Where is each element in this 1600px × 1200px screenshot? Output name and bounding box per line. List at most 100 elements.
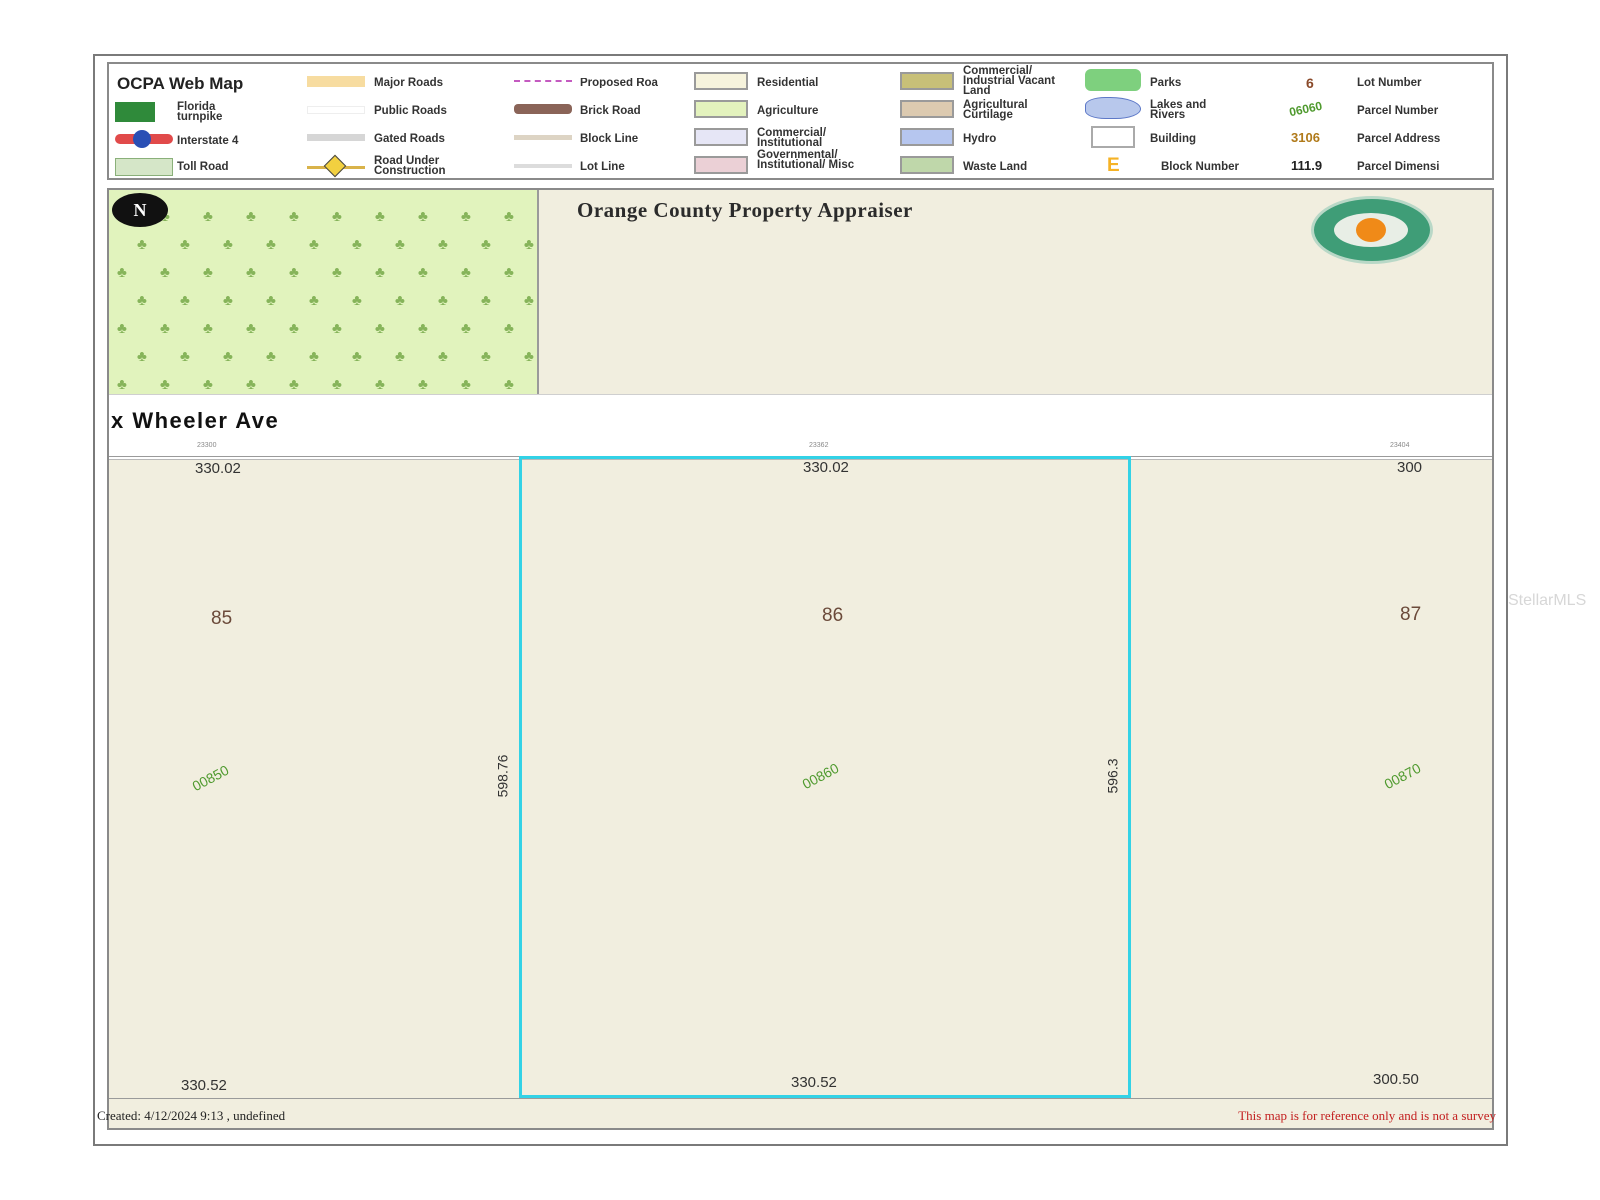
agriculture-swatch <box>694 100 748 118</box>
legend-label-governmental: Governmental/ Institutional/ Misc <box>757 149 855 171</box>
tree-icon: ♣ <box>481 348 491 365</box>
road-name-label: x Wheeler Ave <box>111 408 280 433</box>
tree-icon: ♣ <box>246 208 256 225</box>
legend-label-parcel-dimension: Parcel Dimensi <box>1357 161 1440 173</box>
dimension-label: 300 <box>1397 459 1423 476</box>
tree-icon: ♣ <box>375 208 385 225</box>
tree-icon: ♣ <box>266 292 276 309</box>
legend-label-proposed: Proposed Roa <box>580 78 658 88</box>
legend-label-toll: Toll Road <box>177 161 229 173</box>
parcel-dimension-sample: 111.9 <box>1291 158 1323 173</box>
dimension-label: 330.02 <box>195 460 241 477</box>
tree-icon: ♣ <box>246 376 256 393</box>
tree-icon: ♣ <box>180 236 190 253</box>
legend-label-hydro: Hydro <box>963 133 997 145</box>
tree-icon: ♣ <box>223 236 233 253</box>
tree-icon: ♣ <box>418 320 428 337</box>
lot-number-sample: 6 <box>1306 75 1314 91</box>
block-line-swatch <box>514 135 572 140</box>
tree-icon: ♣ <box>160 320 170 337</box>
dimension-label: 330.52 <box>181 1077 227 1094</box>
park-area: ♣ ♣ ♣ ♣ ♣ ♣ ♣ ♣ ♣ ♣ ♣ ♣ ♣ ♣ ♣ ♣ ♣ ♣ ♣ ♣ ♣ ♣ ♣ ♣ ♣ ♣ ♣ ♣ ♣ ♣ ♣ ♣ ♣ ♣ ♣ ♣ ♣ ♣ ♣ ♣… <box>109 190 539 394</box>
tree-icon: ♣ <box>137 292 147 309</box>
legend-label-waste: Waste Land <box>963 161 1028 173</box>
tree-icon: ♣ <box>481 292 491 309</box>
lot-number-label: 85 <box>211 608 233 629</box>
major-roads-swatch <box>307 76 365 87</box>
dimension-label: 300.50 <box>1373 1071 1419 1088</box>
building-icon <box>1091 126 1135 148</box>
lot-number-label: 86 <box>822 605 844 626</box>
tree-icon: ♣ <box>289 320 299 337</box>
tree-icon: ♣ <box>289 376 299 393</box>
lakes-icon <box>1085 97 1141 119</box>
tree-icon: ♣ <box>180 348 190 365</box>
legend-label-parks: Parks <box>1150 77 1182 89</box>
tree-icon: ♣ <box>375 320 385 337</box>
created-timestamp: Created: 4/12/2024 9:13 , undefined <box>97 1108 286 1123</box>
brick-road-swatch <box>514 104 572 114</box>
address-label: 23300 <box>197 442 217 449</box>
parcel-number-label: 00850 <box>189 761 232 795</box>
tree-icon: ♣ <box>289 208 299 225</box>
tree-icon: ♣ <box>418 376 428 393</box>
tree-icon: ♣ <box>504 208 514 225</box>
ag-curtilage-swatch <box>900 100 954 118</box>
tree-icon: ♣ <box>160 264 170 281</box>
parks-icon <box>1085 69 1141 91</box>
tree-icon: ♣ <box>395 236 405 253</box>
tree-icon: ♣ <box>309 236 319 253</box>
address-label: 23362 <box>809 442 829 449</box>
legend-label-parcel-address: Parcel Address <box>1357 133 1441 145</box>
tree-icon: ♣ <box>438 236 448 253</box>
tree-icon: ♣ <box>289 264 299 281</box>
tree-icon: ♣ <box>438 348 448 365</box>
legend-label-lakes: Lakes and Rivers <box>1150 99 1207 121</box>
tree-icon: ♣ <box>504 376 514 393</box>
tree-icon: ♣ <box>524 292 534 309</box>
tree-icon: ♣ <box>504 264 514 281</box>
legend-label-block: Block Number <box>1161 161 1239 173</box>
construction-sign-icon <box>323 154 347 178</box>
legend-label-building: Building <box>1150 133 1196 145</box>
watermark: StellarMLS <box>1508 592 1587 609</box>
lot-line-swatch <box>514 164 572 168</box>
tree-icon: ♣ <box>223 348 233 365</box>
commercial-swatch <box>694 128 748 146</box>
legend-label-turnpike: Florida turnpike <box>177 101 223 123</box>
tree-icon: ♣ <box>203 208 213 225</box>
tree-icon: ♣ <box>203 376 213 393</box>
parcel-address-sample: 3106 <box>1291 130 1320 145</box>
public-roads-swatch <box>307 106 365 114</box>
tree-icon: ♣ <box>309 348 319 365</box>
map-canvas[interactable]: ♣ ♣ ♣ ♣ ♣ ♣ ♣ ♣ ♣ ♣ ♣ ♣ ♣ ♣ ♣ ♣ ♣ ♣ ♣ ♣ ♣ ♣ ♣ ♣ ♣ ♣ ♣ ♣ ♣ ♣ ♣ ♣ ♣ ♣ ♣ ♣ ♣ ♣ ♣ ♣… <box>107 188 1494 1130</box>
tree-icon: ♣ <box>332 208 342 225</box>
legend-label-interstate: Interstate 4 <box>177 135 239 147</box>
north-arrow-icon: N <box>112 193 168 227</box>
side-dimension-label: 598.76 <box>494 754 511 798</box>
interstate-shield-icon <box>133 130 151 148</box>
tree-icon: ♣ <box>395 348 405 365</box>
appraiser-seal-icon <box>1311 196 1433 264</box>
comm-vacant-swatch <box>900 72 954 90</box>
legend-label-comm-vacant: Commercial/ Industrial Vacant Land <box>963 65 1056 97</box>
tree-icon: ♣ <box>117 320 127 337</box>
legend-label-brick: Brick Road <box>580 105 641 117</box>
parcel-number-label: 00870 <box>1381 759 1424 793</box>
disclaimer-text: This map is for reference only and is no… <box>1238 1108 1496 1123</box>
legend-label-agriculture: Agriculture <box>757 105 819 117</box>
legend-title: OCPA Web Map <box>117 74 244 93</box>
tree-icon: ♣ <box>504 320 514 337</box>
tree-icon: ♣ <box>418 208 428 225</box>
tree-icon: ♣ <box>203 264 213 281</box>
tree-icon: ♣ <box>461 208 471 225</box>
tree-icon: ♣ <box>481 236 491 253</box>
tree-icon: ♣ <box>461 320 471 337</box>
tree-icon: ♣ <box>461 264 471 281</box>
toll-road-icon <box>115 158 173 176</box>
tree-icon: ♣ <box>117 264 127 281</box>
tree-icon: ♣ <box>266 236 276 253</box>
tree-icon: ♣ <box>180 292 190 309</box>
tree-icon: ♣ <box>418 264 428 281</box>
tree-icon: ♣ <box>375 376 385 393</box>
